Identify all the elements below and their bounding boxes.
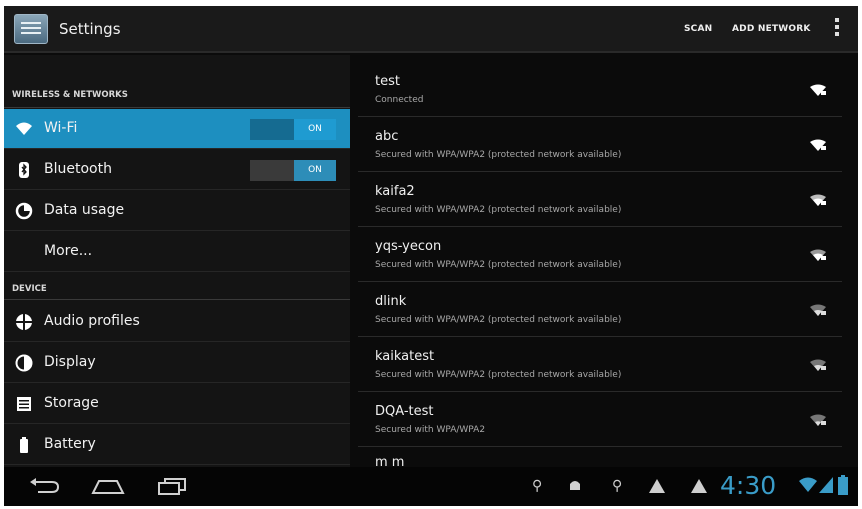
network-ssid: dlink [375, 294, 407, 309]
wifi-network-list: test Connected abc Secured with WPA/WPA2… [358, 55, 858, 467]
wifi-status-icon [799, 477, 817, 492]
toggle-on-label: ON [294, 160, 336, 181]
section-divider [4, 107, 350, 108]
network-status: Secured with WPA/WPA2 (protected network… [375, 315, 622, 325]
section-header-device: DEVICE [12, 284, 47, 294]
sidebar-item-storage[interactable]: Storage [4, 384, 350, 424]
network-ssid: m m [375, 455, 405, 467]
storage-icon [15, 395, 33, 413]
sidebar-item-display[interactable]: Display [4, 343, 350, 383]
sidebar-item-label: Battery [44, 436, 96, 452]
network-ssid: kaifa2 [375, 184, 415, 199]
scan-button[interactable]: SCAN [684, 24, 712, 34]
recent-apps-icon[interactable] [156, 477, 188, 495]
cell-signal-icon [819, 477, 833, 493]
network-item[interactable]: yqs-yecon Secured with WPA/WPA2 (protect… [358, 227, 842, 282]
toggle-on-label: ON [294, 119, 336, 140]
battery-status-icon [838, 475, 848, 495]
sidebar-item-label: Display [44, 354, 96, 370]
network-ssid: test [375, 74, 400, 89]
wifi-toggle[interactable]: ON [250, 119, 336, 140]
network-item[interactable]: abc Secured with WPA/WPA2 (protected net… [358, 117, 842, 172]
network-ssid: yqs-yecon [375, 239, 442, 254]
network-status: Connected [375, 95, 424, 105]
usb-icon: ⚲ [532, 478, 543, 494]
display-icon [15, 354, 33, 372]
network-item[interactable]: test Connected [358, 62, 842, 117]
data-usage-icon [15, 202, 33, 220]
network-status: Secured with WPA/WPA2 (protected network… [375, 150, 622, 160]
network-status: Secured with WPA/WPA2 (protected network… [375, 205, 622, 215]
network-item[interactable]: kaikatest Secured with WPA/WPA2 (protect… [358, 337, 842, 392]
sidebar-item-data-usage[interactable]: Data usage [4, 191, 350, 231]
tablet-screen: Settings SCAN ADD NETWORK WIRELESS & NET… [4, 6, 858, 506]
wifi-signal-locked-icon [810, 304, 826, 316]
network-item[interactable]: m m [358, 447, 842, 467]
network-item[interactable]: kaifa2 Secured with WPA/WPA2 (protected … [358, 172, 842, 227]
network-status: Secured with WPA/WPA2 (protected network… [375, 370, 622, 380]
network-item[interactable]: dlink Secured with WPA/WPA2 (protected n… [358, 282, 842, 337]
android-debug-icon [570, 481, 580, 490]
warning-icon [649, 479, 665, 493]
action-bar: Settings SCAN ADD NETWORK [4, 6, 858, 53]
system-bar: ⚲ ⚲ 4:30 [4, 467, 858, 506]
sidebar-item-more[interactable]: More... [4, 232, 350, 272]
sidebar-item-audio-profiles[interactable]: Audio profiles [4, 302, 350, 342]
wifi-signal-locked-icon [810, 139, 826, 151]
wifi-icon [15, 120, 33, 138]
overflow-menu-icon[interactable] [834, 18, 840, 40]
settings-sidebar: WIRELESS & NETWORKS Wi-Fi ON Bluetooth O… [4, 55, 350, 467]
sidebar-item-bluetooth[interactable]: Bluetooth ON [4, 150, 350, 190]
sidebar-item-label: Bluetooth [44, 161, 112, 177]
app-title: Settings [59, 20, 121, 38]
sidebar-item-label: Wi-Fi [44, 120, 78, 136]
wifi-signal-locked-icon [810, 359, 826, 371]
usb-icon: ⚲ [612, 478, 623, 494]
section-divider [4, 299, 350, 300]
back-icon[interactable] [28, 477, 60, 495]
network-status: Secured with WPA/WPA2 [375, 425, 486, 435]
network-ssid: DQA-test [375, 404, 434, 419]
sidebar-item-label: Audio profiles [44, 313, 140, 329]
wifi-signal-locked-icon [810, 249, 826, 261]
wifi-signal-locked-icon [810, 414, 826, 426]
sidebar-item-battery[interactable]: Battery [4, 425, 350, 465]
network-item[interactable]: DQA-test Secured with WPA/WPA2 [358, 392, 842, 447]
wifi-signal-locked-icon [810, 84, 826, 96]
add-network-button[interactable]: ADD NETWORK [732, 24, 811, 34]
bluetooth-icon [15, 161, 33, 179]
audio-profiles-icon [15, 313, 33, 331]
settings-app-icon[interactable] [14, 14, 48, 44]
sidebar-item-label: Storage [44, 395, 99, 411]
section-header-wireless: WIRELESS & NETWORKS [12, 90, 128, 100]
network-status: Secured with WPA/WPA2 (protected network… [375, 260, 622, 270]
network-ssid: kaikatest [375, 349, 435, 364]
battery-icon [15, 436, 33, 454]
sidebar-item-label: Data usage [44, 202, 125, 218]
network-ssid: abc [375, 129, 399, 144]
sidebar-item-label: More... [44, 243, 93, 259]
sidebar-item-wifi[interactable]: Wi-Fi ON [4, 109, 350, 149]
bluetooth-toggle[interactable]: ON [250, 160, 336, 181]
clock: 4:30 [720, 471, 777, 500]
home-icon[interactable] [91, 477, 125, 495]
wifi-signal-locked-icon [810, 194, 826, 206]
warning-icon [691, 479, 707, 493]
